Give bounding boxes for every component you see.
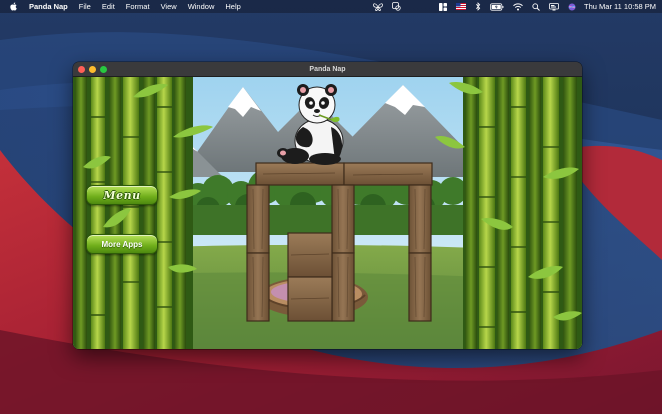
- menu-file[interactable]: File: [79, 2, 91, 11]
- battery-icon[interactable]: [490, 0, 504, 13]
- apple-logo-icon[interactable]: [10, 2, 19, 11]
- menubar-clock[interactable]: Thu Mar 11 10:58 PM: [584, 2, 656, 11]
- menu-button[interactable]: Menu: [86, 185, 158, 205]
- bluetooth-icon[interactable]: [475, 0, 481, 13]
- spotlight-search-icon[interactable]: [532, 0, 540, 13]
- menu-edit[interactable]: Edit: [102, 2, 115, 11]
- menu-app-name[interactable]: Panda Nap: [29, 2, 68, 11]
- menu-format[interactable]: Format: [126, 2, 150, 11]
- game-canvas[interactable]: Menu More Apps: [73, 77, 582, 349]
- app-window: Panda Nap Menu More Apps: [73, 62, 582, 349]
- butterfly-icon[interactable]: [373, 0, 383, 13]
- siri-icon[interactable]: [568, 0, 576, 13]
- screen-share-icon[interactable]: [392, 0, 401, 13]
- menu-help[interactable]: Help: [225, 2, 240, 11]
- wifi-icon[interactable]: [513, 0, 523, 13]
- menu-window[interactable]: Window: [188, 2, 215, 11]
- window-titlebar[interactable]: Panda Nap: [73, 62, 582, 77]
- menu-bar: Panda Nap File Edit Format View Window H…: [0, 0, 662, 13]
- close-window-button[interactable]: [78, 66, 85, 73]
- menu-view[interactable]: View: [161, 2, 177, 11]
- us-flag-icon[interactable]: [456, 0, 467, 13]
- window-title: Panda Nap: [309, 65, 346, 73]
- zoom-window-button[interactable]: [100, 66, 107, 73]
- menu-button-label: Menu: [103, 188, 141, 202]
- minimize-window-button[interactable]: [89, 66, 96, 73]
- more-apps-button[interactable]: More Apps: [86, 234, 158, 254]
- more-apps-button-label: More Apps: [101, 239, 143, 249]
- display-icon[interactable]: [549, 0, 559, 13]
- control-center-grid-icon[interactable]: [439, 0, 448, 13]
